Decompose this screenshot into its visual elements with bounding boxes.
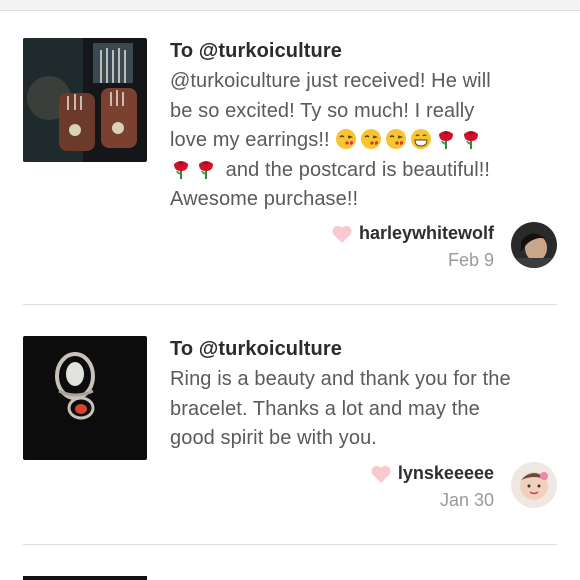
kiss-face-icon [385, 128, 407, 150]
rose-icon [170, 158, 192, 180]
divider [23, 544, 557, 545]
top-border [0, 0, 580, 11]
listing-thumbnail[interactable] [23, 38, 147, 162]
rose-icon [460, 128, 482, 150]
kiss-face-icon [335, 128, 357, 150]
review-text: @turkoiculture just received! He will be… [170, 67, 562, 215]
heart-icon[interactable] [370, 464, 392, 484]
heart-icon[interactable] [331, 224, 353, 244]
review-text-line: and the postcard is beautiful!! [225, 158, 491, 181]
avatar[interactable] [511, 462, 557, 508]
grin-face-icon [410, 128, 432, 150]
kiss-face-icon [360, 128, 382, 150]
review-text-line: good spirit be with you. [170, 427, 377, 449]
review-date: Feb 9 [447, 250, 494, 270]
review-text-line: @turkoiculture just received! He will [170, 70, 491, 92]
review-text-line: love my earrings!! [170, 129, 330, 151]
review-date: Jan 30 [439, 490, 494, 510]
reviewer-username[interactable]: harleywhitewolf [359, 223, 494, 244]
listing-thumbnail[interactable] [23, 336, 147, 460]
rose-icon [435, 128, 457, 150]
listing-thumbnail[interactable] [23, 576, 147, 580]
review-text-line: be so excited! Ty so much! I really [170, 99, 475, 122]
review-text-line: bracelet. Thanks a lot and may the [170, 397, 480, 420]
review-recipient: To @turkoiculture [170, 338, 342, 360]
reviewer-username[interactable]: lynskeeeee [398, 463, 494, 484]
review-text: Ring is a beauty and thank you for the b… [170, 365, 562, 454]
review-recipient: To @turkoiculture [170, 40, 342, 62]
avatar[interactable] [511, 222, 557, 268]
rose-icon [195, 158, 217, 180]
divider [23, 304, 557, 305]
review-text-line: Awesome purchase!! [170, 188, 359, 210]
review-text-line: Ring is a beauty and thank you for the [170, 368, 511, 390]
